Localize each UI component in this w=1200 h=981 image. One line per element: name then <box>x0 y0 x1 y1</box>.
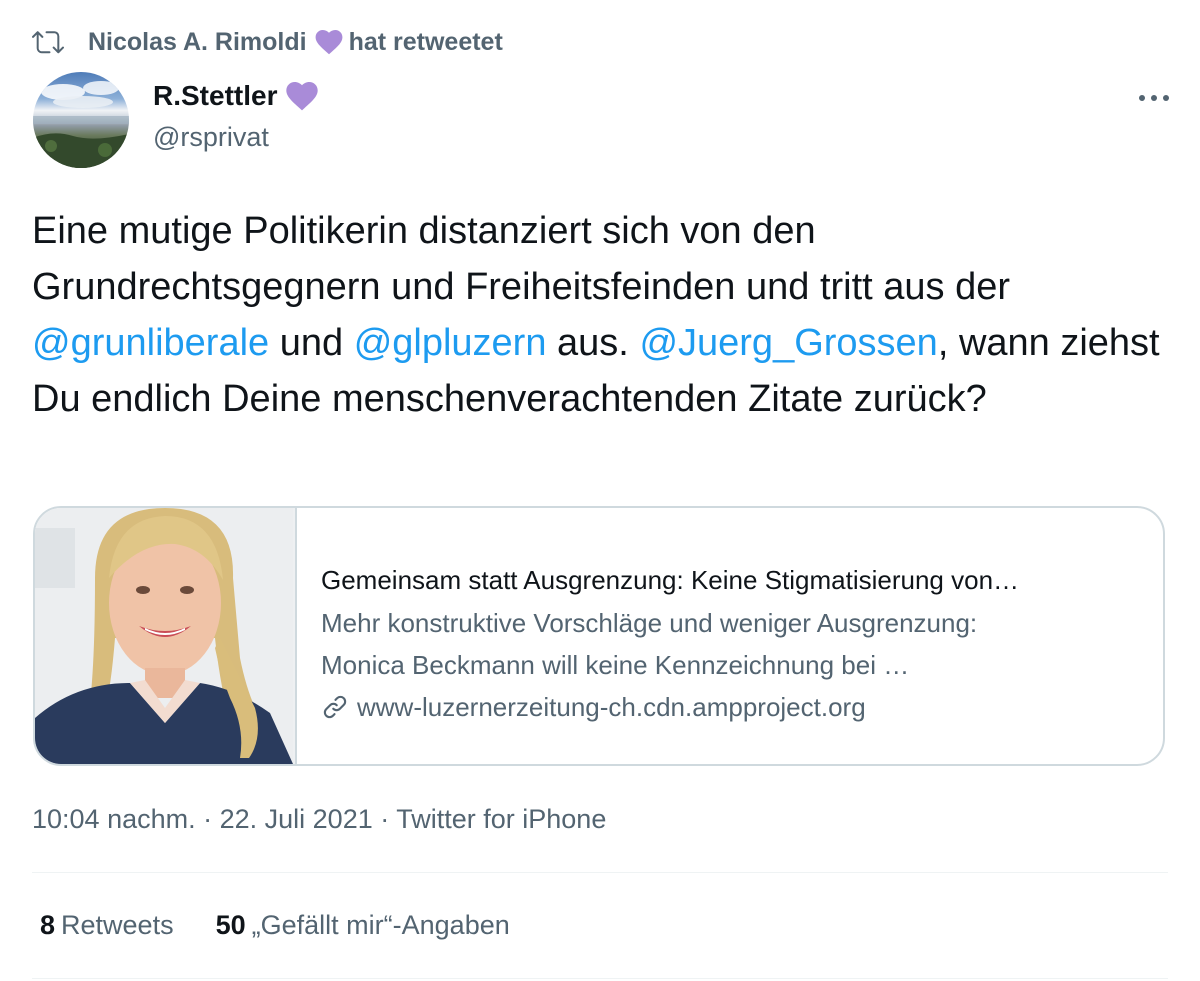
card-url[interactable]: www-luzernerzeitung-ch.cdn.ampproject.or… <box>321 686 1151 728</box>
tweet-time[interactable]: 10:04 nachm. <box>32 804 196 834</box>
likes-count: 50 <box>215 910 246 940</box>
divider <box>32 872 1168 873</box>
tweet-source[interactable]: Twitter for iPhone <box>396 804 606 834</box>
retweet-icon <box>32 31 64 54</box>
mention-link[interactable]: @glpluzern <box>354 322 547 364</box>
author-name[interactable]: R.Stettler <box>153 80 277 112</box>
purple-heart-icon <box>315 29 342 55</box>
retweets-label: Retweets <box>61 910 174 940</box>
tweet-stats: 8 Retweets 50 „Gefällt mir“-Angaben <box>40 910 552 941</box>
avatar[interactable] <box>33 72 129 168</box>
retweets-stat[interactable]: 8 Retweets <box>40 910 174 941</box>
tweet-text-part: Eine mutige Politikerin distanziert sich… <box>32 210 1011 308</box>
tweet-date[interactable]: 22. Juli 2021 <box>220 804 373 834</box>
card-description: Mehr konstruktive Vorschläge und weniger… <box>321 602 1151 686</box>
card-description-line: Mehr konstruktive Vorschläge und weniger… <box>321 608 978 638</box>
card-description-line: Monica Beckmann will keine Kennzeichnung… <box>321 650 910 680</box>
purple-heart-icon <box>286 81 319 111</box>
likes-label: „Gefällt mir“-Angaben <box>251 910 510 940</box>
retweeter-name[interactable]: Nicolas A. Rimoldi <box>88 28 307 57</box>
link-icon <box>323 695 347 719</box>
separator: · <box>372 804 397 834</box>
tweet-text-part: aus. <box>546 322 640 364</box>
mention-link[interactable]: @Juerg_Grossen <box>639 322 937 364</box>
avatar-image <box>33 81 129 168</box>
author-handle[interactable]: @rsprivat <box>153 122 269 153</box>
tweet-meta: 10:04 nachm. · 22. Juli 2021 · Twitter f… <box>32 804 606 835</box>
separator: · <box>195 804 220 834</box>
card-body[interactable]: Gemeinsam statt Ausgrenzung: Keine Stigm… <box>321 562 1151 728</box>
card-title[interactable]: Gemeinsam statt Ausgrenzung: Keine Stigm… <box>321 562 1151 598</box>
tweet-text-part: und <box>269 322 354 364</box>
tweet-text: Eine mutige Politikerin distanziert sich… <box>32 203 1172 427</box>
link-card[interactable]: Gemeinsam statt Ausgrenzung: Keine Stigm… <box>33 506 1165 766</box>
card-url-text[interactable]: www-luzernerzeitung-ch.cdn.ampproject.or… <box>357 686 866 728</box>
author-name-row[interactable]: R.Stettler <box>153 80 325 112</box>
mention-link[interactable]: @grunliberale <box>32 322 269 364</box>
retweet-header[interactable]: Nicolas A. Rimoldi hat retweetet <box>32 24 503 60</box>
more-options-icon[interactable] <box>1136 86 1172 110</box>
portrait-image <box>35 508 293 764</box>
likes-stat[interactable]: 50 „Gefällt mir“-Angaben <box>216 910 510 941</box>
card-thumbnail[interactable] <box>35 508 297 764</box>
divider <box>32 978 1168 979</box>
retweet-suffix: hat retweetet <box>348 27 503 56</box>
retweets-count: 8 <box>40 910 56 940</box>
